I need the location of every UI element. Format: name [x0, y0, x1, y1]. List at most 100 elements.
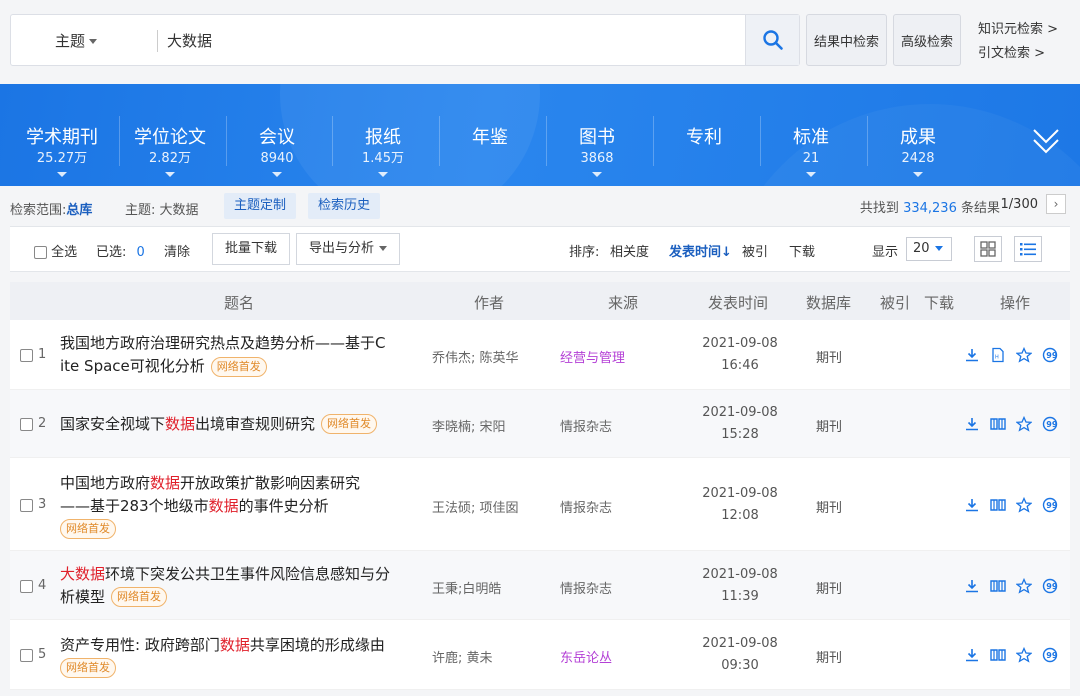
row-source[interactable]: 东岳论丛 — [560, 647, 612, 666]
nav-item-4[interactable]: 年鉴 — [440, 126, 540, 150]
row-ops: 99 — [963, 577, 1059, 595]
row-checkbox[interactable] — [20, 348, 33, 363]
row-author[interactable]: 乔伟杰; 陈英华 — [432, 347, 519, 366]
favorite-star-icon[interactable] — [1015, 346, 1033, 364]
next-page-button[interactable]: › — [1046, 194, 1066, 214]
nav-item-1[interactable]: 学位论文 2.82万 — [120, 126, 220, 177]
nav-item-label: 成果 — [900, 127, 936, 148]
nav-item-count: 2428 — [901, 151, 935, 166]
nav-item-label: 图书 — [579, 127, 615, 148]
row-checkbox[interactable] — [20, 498, 33, 513]
select-all[interactable]: 全选 — [34, 241, 77, 260]
display-label: 显示 — [872, 245, 899, 260]
favorite-star-icon[interactable] — [1015, 646, 1033, 664]
sort-date[interactable]: 发表时间↓ — [669, 241, 732, 260]
nav-item-6[interactable]: 专利 — [654, 126, 754, 150]
favorite-star-icon[interactable] — [1015, 496, 1033, 514]
row-author[interactable]: 李晓楠; 宋阳 — [432, 416, 506, 435]
nav-item-0[interactable]: 学术期刊 25.27万 — [12, 126, 112, 177]
topic-custom-button[interactable]: 主题定制 — [224, 193, 297, 219]
sort-download[interactable]: 下载 — [789, 241, 815, 260]
page-size-select[interactable]: 20 — [906, 237, 952, 261]
search-info-row: 检索范围:总库 主题: 大数据 主题定制 检索历史 共找到 334,236 条结… — [0, 192, 1080, 220]
download-icon[interactable] — [963, 415, 981, 433]
row-checkbox[interactable] — [20, 648, 33, 663]
row-database: 期刊 — [816, 651, 843, 666]
cite-quote-icon[interactable]: 99 — [1041, 577, 1059, 595]
row-ops: 99 — [963, 646, 1059, 664]
col-database: 数据库 — [806, 294, 852, 312]
row-author[interactable]: 王秉;白明皓 — [432, 578, 501, 597]
row-author[interactable]: 王法硕; 项佳囡 — [432, 497, 519, 516]
triangle-down-icon — [806, 172, 816, 177]
grid-view-button[interactable] — [974, 236, 1002, 262]
row-source[interactable]: 情报杂志 — [560, 497, 612, 516]
nav-separator — [439, 116, 440, 166]
row-title-link[interactable]: 大数据环境下突发公共卫生事件风险信息感知与分 析模型 网络首发 — [60, 563, 432, 609]
cite-quote-icon[interactable]: 99 — [1041, 646, 1059, 664]
row-checkbox[interactable] — [20, 579, 33, 594]
knowledge-search-link[interactable]: 知识元检索 > — [978, 18, 1058, 42]
result-search-button[interactable]: 结果中检索 — [806, 14, 887, 66]
search-input[interactable] — [167, 25, 737, 55]
nav-item-2[interactable]: 会议 8940 — [227, 126, 327, 177]
download-icon[interactable] — [963, 346, 981, 364]
col-download[interactable]: 下载 — [924, 292, 954, 313]
col-source: 来源 — [608, 294, 639, 312]
nav-item-8[interactable]: 成果 2428 — [868, 126, 968, 177]
download-icon[interactable] — [963, 496, 981, 514]
col-date[interactable]: 发表时间 — [708, 292, 768, 313]
nav-item-3[interactable]: 报纸 1.45万 — [333, 126, 433, 177]
checkbox[interactable] — [34, 246, 47, 259]
col-title[interactable]: 题名 — [224, 292, 254, 313]
search-field-label: 主题 — [55, 32, 86, 50]
scope-value[interactable]: 总库 — [66, 203, 92, 218]
favorite-star-icon[interactable] — [1015, 415, 1033, 433]
row-title-link[interactable]: 国家安全视域下数据出境审查规则研究 网络首发 — [60, 413, 432, 436]
citation-search-link[interactable]: 引文检索 > — [978, 42, 1058, 66]
col-cited[interactable]: 被引 — [880, 292, 910, 313]
row-date: 2021-09-08 15:28 — [702, 405, 778, 442]
row-database: 期刊 — [816, 420, 843, 435]
caret-down-icon — [89, 39, 98, 44]
clear-button[interactable]: 清除 — [164, 241, 190, 260]
read-online-icon[interactable] — [989, 496, 1007, 514]
download-icon[interactable] — [963, 646, 981, 664]
expand-nav-button[interactable] — [1028, 124, 1064, 160]
row-title-link[interactable]: 我国地方政府治理研究热点及趋势分析——基于C ite Space可视化分析 网络首发 — [60, 332, 432, 378]
row-title-link[interactable]: 中国地方政府数据开放政策扩散影响因素研究 ——基于283个地级市数据的事件史分析网… — [60, 472, 432, 541]
search-button[interactable] — [745, 15, 799, 65]
row-source[interactable]: 情报杂志 — [560, 578, 612, 597]
advanced-search-button[interactable]: 高级检索 — [893, 14, 961, 66]
read-online-icon[interactable] — [989, 415, 1007, 433]
row-date: 2021-09-08 09:30 — [702, 636, 778, 673]
row-checkbox[interactable] — [20, 417, 33, 432]
download-icon[interactable] — [963, 577, 981, 595]
svg-text:99: 99 — [1046, 420, 1058, 429]
nav-item-5[interactable]: 图书 3868 — [547, 126, 647, 177]
export-analysis-button[interactable]: 导出与分析 — [296, 233, 401, 265]
grid-icon — [980, 241, 996, 257]
favorite-star-icon[interactable] — [1015, 577, 1033, 595]
row-source[interactable]: 经营与管理 — [560, 347, 625, 366]
search-field-select[interactable]: 主题 — [55, 30, 98, 51]
sort-relevance[interactable]: 相关度 — [610, 241, 649, 260]
search-history-button[interactable]: 检索历史 — [308, 193, 381, 219]
row-source[interactable]: 情报杂志 — [560, 416, 612, 435]
row-author[interactable]: 许鹿; 黄未 — [432, 647, 493, 666]
cite-quote-icon[interactable]: 99 — [1041, 415, 1059, 433]
row-title-link[interactable]: 资产专用性: 政府跨部门数据共享困境的形成缘由 网络首发 — [60, 634, 432, 680]
nav-item-7[interactable]: 标准 21 — [761, 126, 861, 177]
read-online-icon[interactable] — [989, 577, 1007, 595]
row-date: 2021-09-08 16:46 — [702, 336, 778, 373]
nav-separator — [653, 116, 654, 166]
cite-quote-icon[interactable]: 99 — [1041, 346, 1059, 364]
sort-cited[interactable]: 被引 — [742, 241, 768, 260]
list-view-button[interactable] — [1014, 236, 1042, 262]
cite-quote-icon[interactable]: 99 — [1041, 496, 1059, 514]
online-first-badge: 网络首发 — [60, 519, 116, 539]
read-online-icon[interactable] — [989, 646, 1007, 664]
search-box: 主题 — [10, 14, 800, 66]
html-read-icon[interactable]: H — [989, 346, 1007, 364]
batch-download-button[interactable]: 批量下载 — [212, 233, 291, 265]
